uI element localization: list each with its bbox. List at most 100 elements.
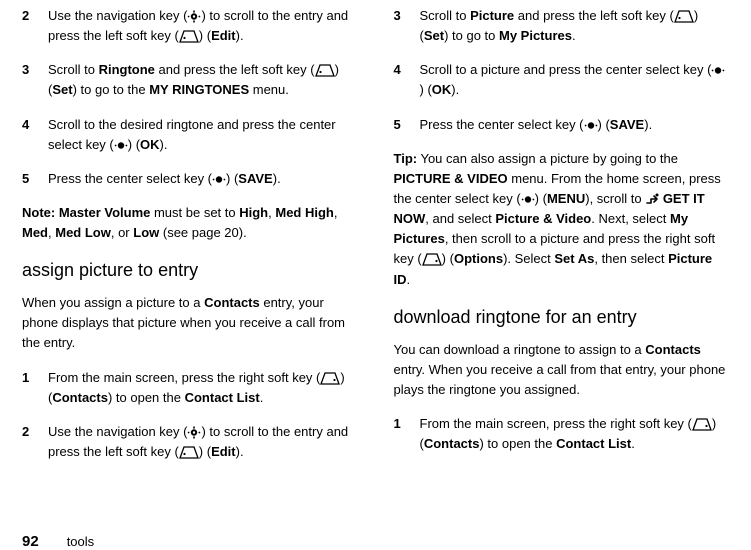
volume-level: High xyxy=(239,205,268,220)
softkey-label: OK xyxy=(140,137,160,152)
text: ). Select xyxy=(503,251,554,266)
text: . xyxy=(407,272,411,287)
text: You can also assign a picture by going t… xyxy=(417,151,678,166)
text: ). xyxy=(644,117,652,132)
text: ) ( xyxy=(199,28,211,43)
text: , or xyxy=(111,225,133,240)
text: ) ( xyxy=(535,191,547,206)
text: (see page 20). xyxy=(159,225,246,240)
softkey-label: SAVE xyxy=(610,117,644,132)
text: Press the center select key ( xyxy=(48,171,212,186)
text: Scroll to xyxy=(48,62,99,77)
page-number: 92 xyxy=(22,533,39,550)
volume-level: Med High xyxy=(275,205,334,220)
center-select-key-icon xyxy=(584,119,598,132)
menu-name: Picture & Video xyxy=(495,211,591,226)
volume-level: Med Low xyxy=(55,225,111,240)
step-item: 2 Use the navigation key () to scroll to… xyxy=(22,422,358,462)
text: ) ( xyxy=(199,444,211,459)
step-number: 4 xyxy=(394,60,420,100)
step-text: Scroll to the desired ringtone and press… xyxy=(48,115,358,155)
step-text: Scroll to a picture and press the center… xyxy=(420,60,730,100)
note-term: Master Volume xyxy=(59,205,151,220)
navigation-key-icon xyxy=(187,426,201,439)
volume-level: Low xyxy=(133,225,159,240)
softkey-label: Set xyxy=(424,28,444,43)
step-item: 4 Scroll to a picture and press the cent… xyxy=(394,60,730,100)
text: Scroll to the desired ringtone and press… xyxy=(48,117,336,152)
right-soft-key-icon xyxy=(320,372,340,385)
left-soft-key-icon xyxy=(179,30,199,43)
step-item: 2 Use the navigation key () to scroll to… xyxy=(22,6,358,46)
menu-name: Set As xyxy=(554,251,594,266)
text: menu. xyxy=(249,82,289,97)
step-text: Press the center select key ( ) (SAVE). xyxy=(420,115,730,135)
section-heading: assign picture to entry xyxy=(22,257,358,285)
menu-name: Contact List xyxy=(185,390,260,405)
text: , and select xyxy=(425,211,495,226)
text: , then select xyxy=(594,251,668,266)
section-name: tools xyxy=(67,534,94,549)
note-paragraph: Note: Master Volume must be set to High,… xyxy=(22,203,358,243)
text: Press the center select key ( xyxy=(420,117,584,132)
text: Scroll to xyxy=(420,8,471,23)
text: ) to open the xyxy=(108,390,185,405)
left-soft-key-icon xyxy=(315,64,335,77)
step-text: Scroll to Picture and press the left sof… xyxy=(420,6,730,46)
right-column: 3 Scroll to Picture and press the left s… xyxy=(394,6,730,529)
columns: 2 Use the navigation key () to scroll to… xyxy=(22,6,729,529)
text: When you assign a picture to a xyxy=(22,295,204,310)
text: and press the left soft key ( xyxy=(155,62,315,77)
step-text: Use the navigation key () to scroll to t… xyxy=(48,422,358,462)
text: ) ( xyxy=(420,82,432,97)
text: From the main screen, press the right so… xyxy=(420,416,692,431)
softkey-label: Edit xyxy=(211,28,236,43)
get-it-now-icon xyxy=(645,193,659,206)
softkey-label: SAVE xyxy=(238,171,272,186)
text: Use the navigation key ( xyxy=(48,8,187,23)
text: ) to go to the xyxy=(73,82,150,97)
menu-name: PICTURE & VIDEO xyxy=(394,171,508,186)
menu-item: Ringtone xyxy=(99,62,155,77)
text: must be set to xyxy=(150,205,239,220)
step-item: 5 Press the center select key () (SAVE). xyxy=(22,169,358,189)
text: ) ( xyxy=(598,117,610,132)
center-select-key-icon xyxy=(711,64,725,77)
text: Use the navigation key ( xyxy=(48,424,187,439)
center-select-key-icon xyxy=(114,139,128,152)
text: entry. When you receive a call from that… xyxy=(394,362,726,397)
text: ) to open the xyxy=(479,436,556,451)
text: and press the left soft key ( xyxy=(514,8,674,23)
note-prefix: Note: xyxy=(22,205,59,220)
left-soft-key-icon xyxy=(674,10,694,23)
step-item: 4 Scroll to the desired ringtone and pre… xyxy=(22,115,358,155)
intro-paragraph: When you assign a picture to a Contacts … xyxy=(22,293,358,353)
text: ) ( xyxy=(128,137,140,152)
step-text: From the main screen, press the right so… xyxy=(420,414,730,454)
text: ), scroll to xyxy=(585,191,645,206)
softkey-label: Edit xyxy=(211,444,236,459)
softkey-label: Contacts xyxy=(52,390,108,405)
center-select-key-icon xyxy=(212,173,226,186)
text: ). xyxy=(451,82,459,97)
text: . xyxy=(631,436,635,451)
text: You can download a ringtone to assign to… xyxy=(394,342,646,357)
text: ) to go to xyxy=(444,28,499,43)
text: . Next, select xyxy=(591,211,670,226)
text: ) ( xyxy=(226,171,238,186)
step-text: Scroll to Ringtone and press the left so… xyxy=(48,60,358,100)
step-text: Press the center select key () (SAVE). xyxy=(48,169,358,189)
text: . xyxy=(260,390,264,405)
step-number: 5 xyxy=(22,169,48,189)
menu-name: Contacts xyxy=(645,342,701,357)
text: ). xyxy=(236,28,244,43)
tip-prefix: Tip: xyxy=(394,151,418,166)
right-soft-key-icon xyxy=(422,253,442,266)
step-number: 2 xyxy=(22,6,48,46)
text: ) ( xyxy=(442,251,454,266)
step-number: 2 xyxy=(22,422,48,462)
menu-item: Picture xyxy=(470,8,514,23)
step-number: 4 xyxy=(22,115,48,155)
step-text: Use the navigation key () to scroll to t… xyxy=(48,6,358,46)
step-item: 5 Press the center select key () (SAVE). xyxy=(394,115,730,135)
